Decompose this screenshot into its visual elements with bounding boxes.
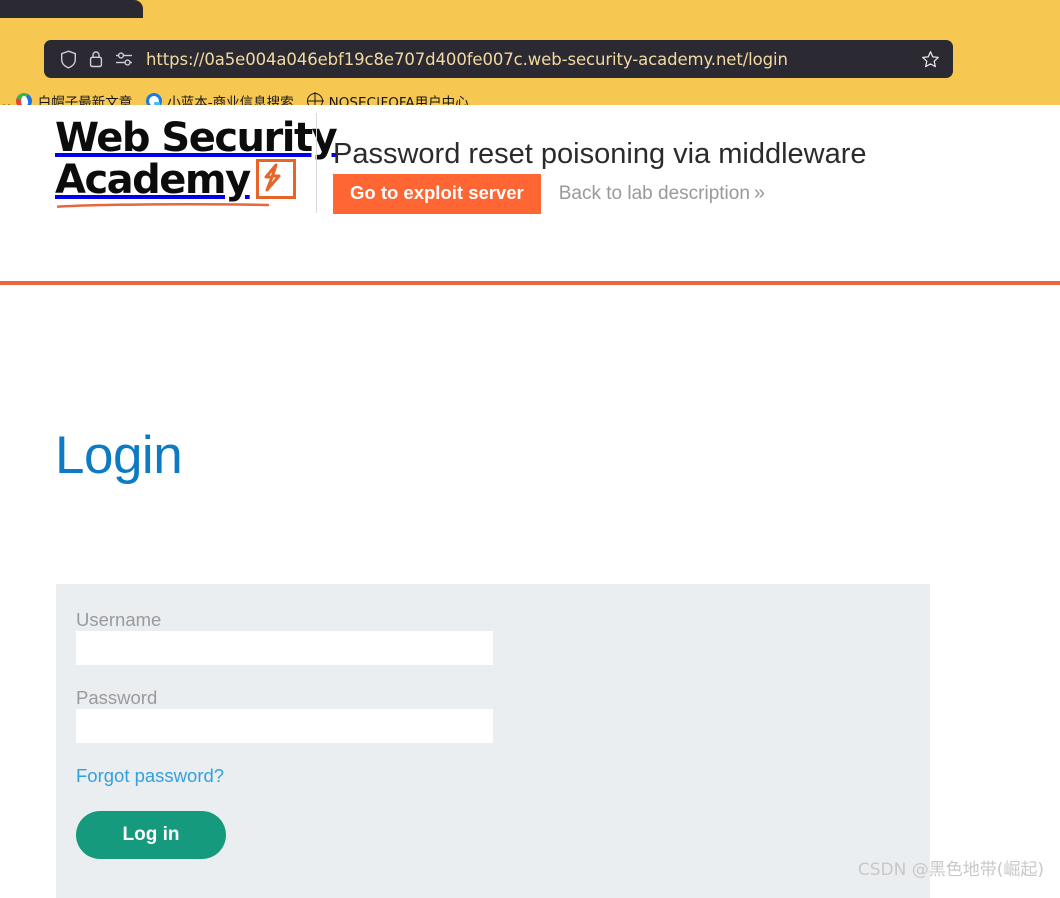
shield-icon	[56, 48, 80, 70]
logo-line-1: Web Security	[55, 115, 338, 161]
header-accent-rule	[0, 281, 1060, 285]
address-bar[interactable]: https://0a5e004a046ebf19c8e707d400fe007c…	[44, 40, 953, 78]
browser-tabstrip	[0, 0, 1060, 18]
logo-underline	[57, 203, 269, 208]
page-title: Login	[55, 425, 183, 485]
lightning-bolt-icon	[255, 159, 296, 199]
log-in-button[interactable]: Log in	[76, 811, 226, 859]
logo-line-2: Academy	[55, 157, 251, 203]
lab-title: Password reset poisoning via middleware	[333, 138, 867, 171]
bookmark-star-icon[interactable]	[919, 48, 941, 70]
site-logo[interactable]: Web Security Academy	[55, 115, 338, 208]
browser-tab-active[interactable]	[0, 0, 143, 18]
header-divider	[316, 113, 317, 213]
permissions-icon[interactable]	[112, 48, 136, 70]
site-header: Web Security Academy Password reset pois…	[0, 105, 1060, 280]
page-viewport: Web Security Academy Password reset pois…	[0, 105, 1060, 898]
logo-line-2-row: Academy	[55, 159, 308, 201]
lock-icon	[84, 48, 108, 70]
username-input[interactable]	[76, 631, 493, 665]
forgot-password-link[interactable]: Forgot password?	[76, 765, 224, 787]
chevron-right-icon: »	[753, 182, 765, 205]
username-label: Username	[76, 609, 162, 630]
password-input[interactable]	[76, 709, 493, 743]
lab-actions: Go to exploit server Back to lab descrip…	[333, 174, 765, 214]
login-form: Username Password Forgot password? Log i…	[56, 584, 930, 898]
go-to-exploit-server-button[interactable]: Go to exploit server	[333, 174, 541, 214]
back-link-label: Back to lab description	[558, 183, 750, 205]
back-to-lab-description-link[interactable]: Back to lab description»	[558, 182, 765, 205]
url-text[interactable]: https://0a5e004a046ebf19c8e707d400fe007c…	[146, 50, 919, 69]
browser-toolbar: https://0a5e004a046ebf19c8e707d400fe007c…	[0, 18, 1060, 111]
watermark-text: CSDN @黑色地带(崛起)	[857, 860, 1044, 880]
password-label: Password	[76, 687, 158, 708]
